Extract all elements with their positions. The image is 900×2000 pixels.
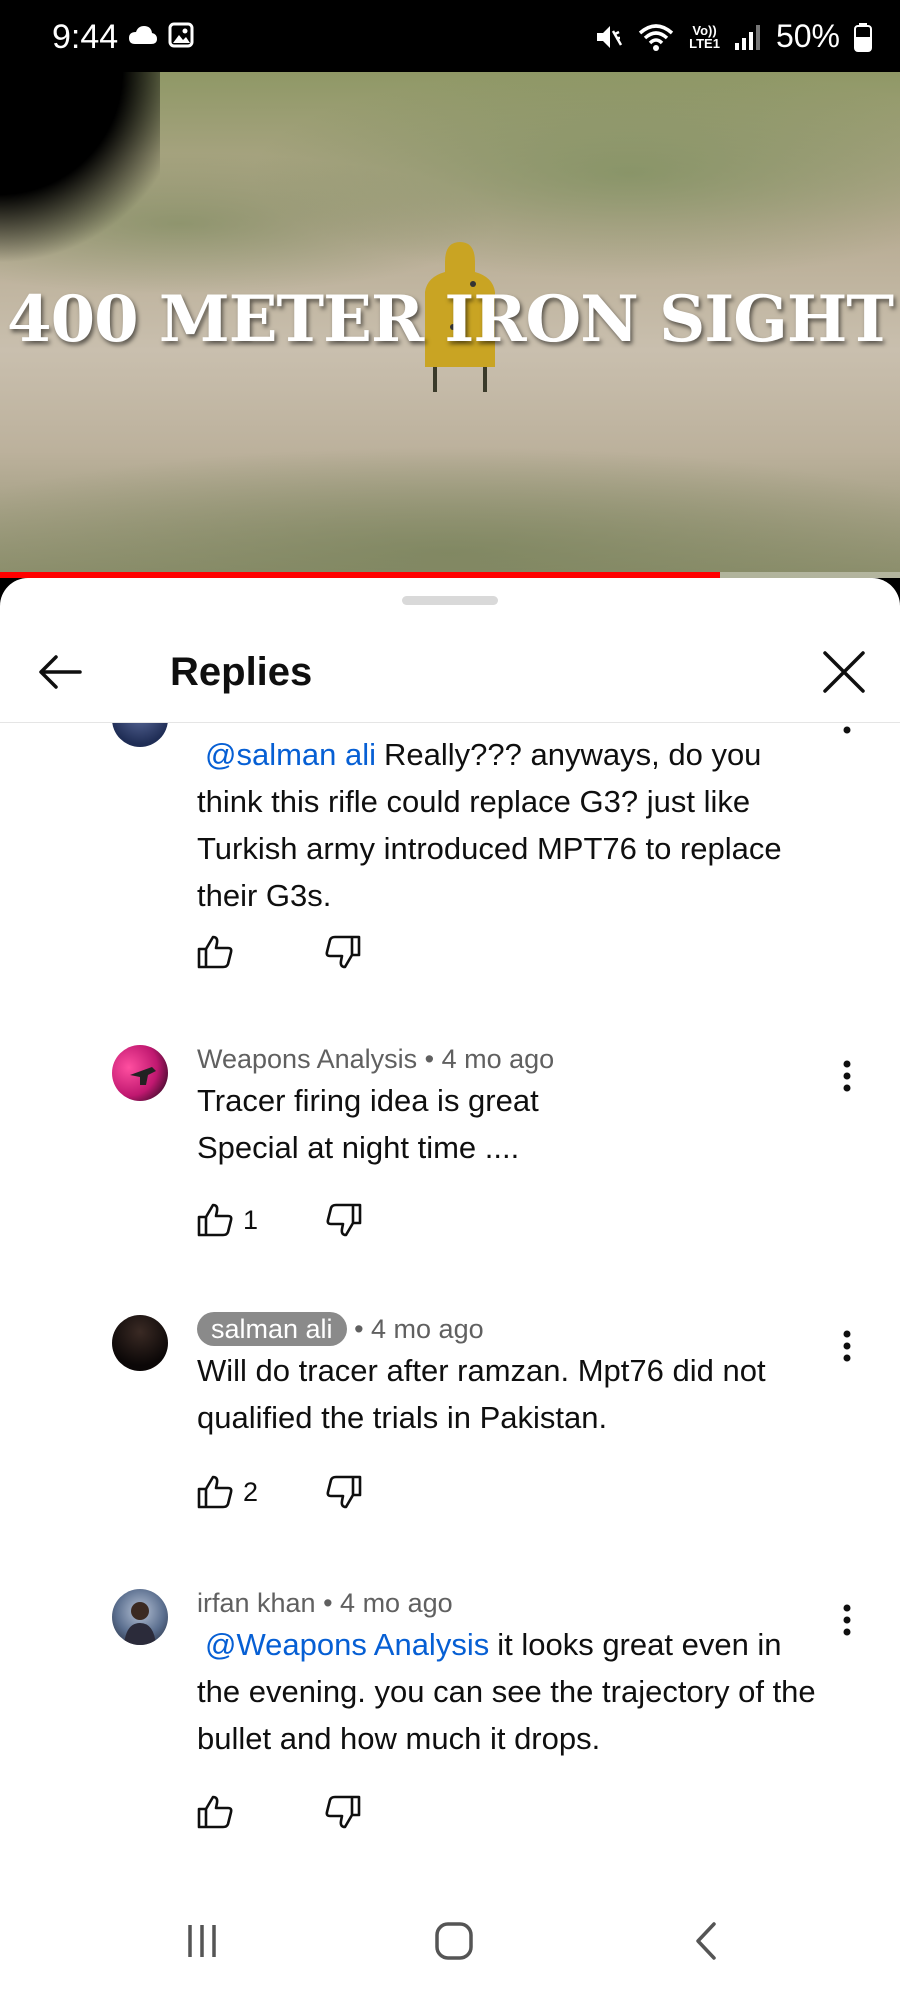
recent-apps-button[interactable] (172, 1916, 232, 1966)
reply-text: @Weapons Analysis it looks great even in … (197, 1627, 816, 1756)
like-button[interactable]: 2 (197, 1475, 258, 1509)
thumbs-down-icon (326, 1475, 362, 1509)
reply-time: • 4 mo ago (354, 1314, 484, 1344)
thumbs-up-icon (197, 935, 233, 969)
more-vert-icon (843, 1060, 851, 1092)
like-count: 1 (243, 1204, 259, 1235)
thumbs-up-icon (197, 1203, 233, 1237)
dislike-button[interactable] (325, 1795, 361, 1829)
battery-icon (854, 22, 872, 52)
reply-meta: Weapons Analysis • 4 mo ago (197, 1041, 827, 1077)
thumbs-down-icon (326, 1203, 362, 1237)
video-player[interactable]: 400 METER IRON SIGHT (0, 72, 900, 578)
more-vert-icon (843, 726, 851, 734)
chevron-left-icon (696, 1922, 716, 1960)
replies-list[interactable]: @salman ali Really??? anyways, do you thi… (0, 723, 900, 1880)
sheet-header: Replies (0, 622, 900, 723)
avatar[interactable] (112, 723, 168, 747)
sheet-title: Replies (170, 650, 313, 694)
dislike-button[interactable] (325, 935, 361, 969)
more-vert-icon (843, 1330, 851, 1362)
mention-link[interactable]: @Weapons Analysis (205, 1627, 489, 1662)
reply-text: Will do tracer after ramzan. Mpt76 did n… (197, 1353, 766, 1435)
back-button[interactable] (30, 646, 90, 698)
dislike-button[interactable] (326, 1475, 362, 1509)
reply-text: Tracer firing idea is great Special at n… (197, 1083, 539, 1165)
wifi-icon (638, 23, 674, 51)
author-name-badge[interactable]: salman ali (197, 1312, 347, 1346)
avatar[interactable] (112, 1045, 168, 1101)
thumbs-up-icon (197, 1795, 233, 1829)
thumbs-up-icon (197, 1475, 233, 1509)
close-button[interactable] (814, 644, 874, 700)
recent-apps-icon (188, 1925, 216, 1957)
like-button[interactable] (197, 1795, 233, 1829)
battery-percent: 50% (775, 18, 840, 54)
reply-time: • 4 mo ago (424, 1044, 555, 1074)
reply-meta: salman ali • 4 mo ago (197, 1311, 827, 1347)
author-name[interactable]: irfan khan (197, 1588, 316, 1618)
like-button[interactable] (197, 935, 233, 969)
more-options-button[interactable] (832, 1321, 862, 1371)
author-name[interactable]: Weapons Analysis (197, 1044, 417, 1074)
more-options-button[interactable] (832, 1595, 862, 1645)
mention-link[interactable]: @salman ali (205, 737, 376, 772)
home-icon (435, 1922, 473, 1960)
avatar[interactable] (112, 1589, 168, 1645)
dislike-button[interactable] (326, 1203, 362, 1237)
reply-time: • 4 mo ago (323, 1588, 453, 1618)
home-button[interactable] (424, 1916, 484, 1966)
status-time: 9:44 (52, 18, 119, 56)
network-type: Vo)) LTE1 (689, 22, 720, 51)
sheet-drag-handle[interactable] (402, 596, 498, 605)
video-overlay-title: 400 METER IRON SIGHT (7, 282, 894, 357)
reply-text: @salman ali Really??? anyways, do you thi… (197, 737, 782, 913)
mute-icon (597, 25, 623, 48)
like-button[interactable]: 1 (197, 1203, 258, 1237)
cloud-icon (129, 26, 157, 44)
arrow-left-icon (39, 655, 82, 689)
thumbs-down-icon (325, 935, 361, 969)
back-nav-button[interactable] (676, 1916, 736, 1966)
replies-sheet: Replies @salman ali Really??? anyways, do… (0, 578, 900, 1880)
more-vert-icon (843, 1604, 851, 1636)
like-count: 2 (243, 1476, 259, 1507)
more-options-button[interactable] (832, 723, 862, 755)
status-bar: 9:44 Vo)) LTE1 50% (0, 0, 900, 72)
more-options-button[interactable] (832, 1051, 862, 1101)
signal-icon (734, 24, 760, 50)
thumbs-down-icon (325, 1795, 361, 1829)
image-icon (168, 22, 194, 48)
reply-meta: irfan khan • 4 mo ago (197, 1585, 827, 1621)
avatar[interactable] (112, 1315, 168, 1371)
close-icon (823, 651, 865, 693)
system-nav-bar (0, 1880, 900, 2000)
